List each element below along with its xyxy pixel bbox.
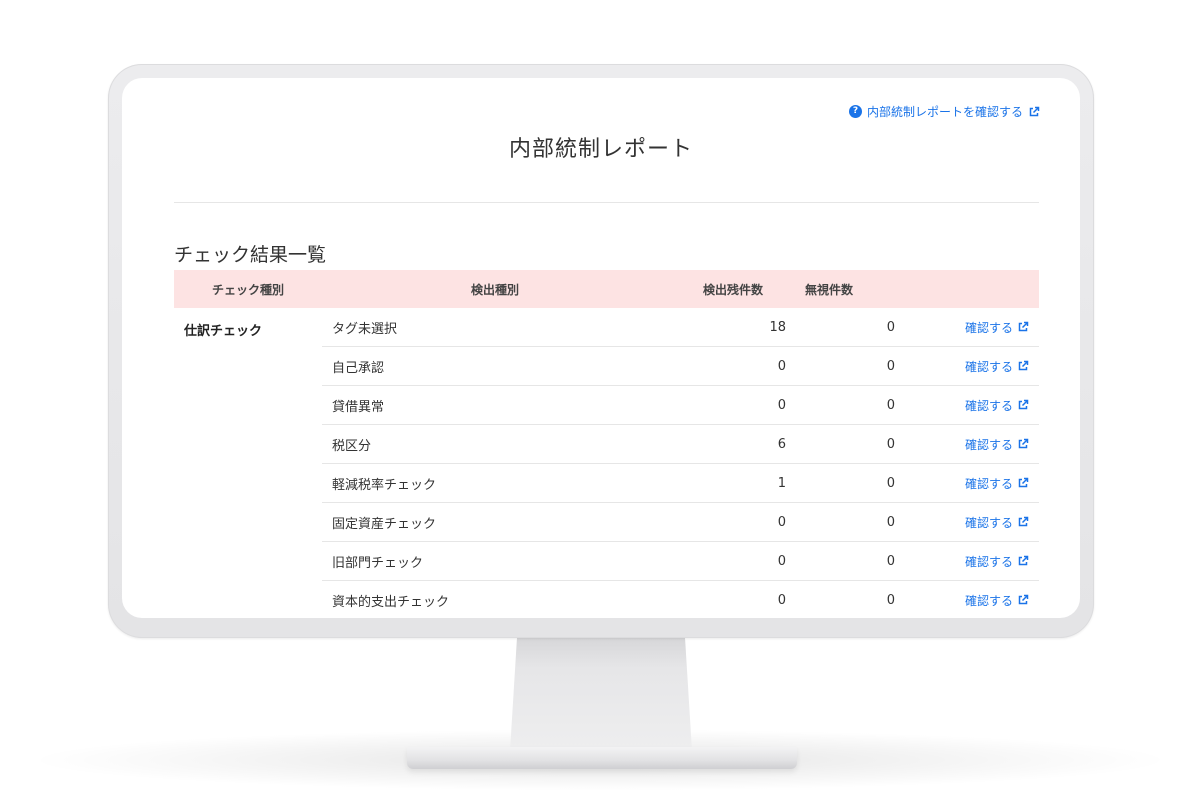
external-link-icon: [1018, 516, 1029, 527]
column-header-check-type: チェック種別: [211, 282, 284, 297]
external-link-icon: [1018, 321, 1029, 332]
column-header-detection-type: 検出種別: [470, 282, 519, 297]
table-row: タグ未選択 18 0 確認する: [322, 308, 1039, 347]
table-row: 資本的支出チェック 0 0 確認する: [322, 581, 1039, 618]
remaining-count-cell: 0: [777, 514, 786, 530]
detection-type-cell: タグ未選択: [332, 321, 398, 337]
help-link-label: 内部統制レポートを確認する: [866, 105, 1023, 119]
external-link-icon: [1018, 594, 1029, 605]
column-header-remaining-count: 検出残件数: [702, 282, 763, 297]
remaining-count-cell: 1: [777, 475, 786, 491]
header-divider: [174, 202, 1039, 203]
table-row: 固定資産チェック 0 0 確認する: [322, 503, 1039, 542]
confirm-link[interactable]: 確認する: [895, 514, 1039, 531]
ignored-count-cell: 0: [886, 514, 895, 530]
page-title: 内部統制レポート: [508, 137, 693, 162]
confirm-link[interactable]: 確認する: [895, 436, 1039, 453]
detection-type-cell: 旧部門チェック: [332, 555, 424, 571]
remaining-count-cell: 6: [777, 436, 786, 452]
monitor-stand-base: [407, 747, 797, 769]
confirm-link[interactable]: 確認する: [895, 475, 1039, 492]
remaining-count-cell: 0: [777, 553, 786, 569]
external-link-icon: [1018, 477, 1029, 488]
table-header: チェック種別 検出種別 検出残件数 無視件数: [174, 270, 1039, 308]
confirm-link-label: 確認する: [964, 476, 1013, 491]
ignored-count-cell: 0: [886, 436, 895, 452]
detection-type-cell: 資本的支出チェック: [332, 594, 450, 610]
remaining-count-cell: 0: [777, 358, 786, 374]
table-row: 旧部門チェック 0 0 確認する: [322, 542, 1039, 581]
table-row: 税区分 6 0 確認する: [322, 425, 1039, 464]
question-circle-icon: ?: [848, 105, 862, 118]
monitor-screen: ? 内部統制レポートを確認する 内部統制レポート チェック結果一覧 チェック種別…: [122, 78, 1080, 618]
confirm-link-label: 確認する: [964, 515, 1013, 530]
check-results-table: チェック種別 検出種別 検出残件数 無視件数 仕訳チェック タグ未選択 18 0…: [174, 270, 1039, 618]
external-link-icon: [1029, 106, 1040, 116]
confirm-link[interactable]: 確認する: [895, 553, 1039, 570]
ignored-count-cell: 0: [886, 319, 895, 335]
remaining-count-cell: 0: [777, 592, 786, 608]
external-link-icon: [1018, 438, 1029, 449]
confirm-link-label: 確認する: [964, 437, 1013, 452]
confirm-link-label: 確認する: [964, 398, 1013, 413]
external-link-icon: [1018, 360, 1029, 371]
internal-control-report-link[interactable]: ? 内部統制レポートを確認する: [848, 103, 1040, 120]
monitor-stand-neck: [510, 633, 692, 751]
detection-type-cell: 税区分: [332, 438, 372, 454]
external-link-icon: [1018, 399, 1029, 410]
detection-type-cell: 貸借異常: [332, 399, 385, 415]
table-row: 軽減税率チェック 1 0 確認する: [322, 464, 1039, 503]
ignored-count-cell: 0: [886, 397, 895, 413]
confirm-link[interactable]: 確認する: [895, 319, 1039, 336]
table-row: 貸借異常 0 0 確認する: [322, 386, 1039, 425]
table-body: 仕訳チェック タグ未選択 18 0 確認する 自己承認 0 0 確認する 貸借異…: [174, 308, 1039, 618]
confirm-link-label: 確認する: [964, 320, 1013, 335]
ignored-count-cell: 0: [886, 592, 895, 608]
confirm-link-label: 確認する: [964, 593, 1013, 608]
remaining-count-cell: 0: [777, 397, 786, 413]
external-link-icon: [1018, 555, 1029, 566]
confirm-link[interactable]: 確認する: [895, 358, 1039, 375]
column-header-ignored-count: 無視件数: [804, 282, 853, 297]
confirm-link-label: 確認する: [964, 554, 1013, 569]
table-row: 自己承認 0 0 確認する: [322, 347, 1039, 386]
detection-type-cell: 軽減税率チェック: [332, 477, 437, 493]
ignored-count-cell: 0: [886, 475, 895, 491]
confirm-link-label: 確認する: [964, 359, 1013, 374]
confirm-link[interactable]: 確認する: [895, 592, 1039, 609]
ignored-count-cell: 0: [886, 358, 895, 374]
detection-type-cell: 固定資産チェック: [332, 516, 437, 532]
confirm-link[interactable]: 確認する: [895, 397, 1039, 414]
remaining-count-cell: 18: [769, 319, 786, 335]
section-title: チェック結果一覧: [174, 244, 327, 266]
detection-type-cell: 自己承認: [332, 360, 385, 376]
ignored-count-cell: 0: [886, 553, 895, 569]
group-label-journal-check: 仕訳チェック: [184, 324, 263, 339]
